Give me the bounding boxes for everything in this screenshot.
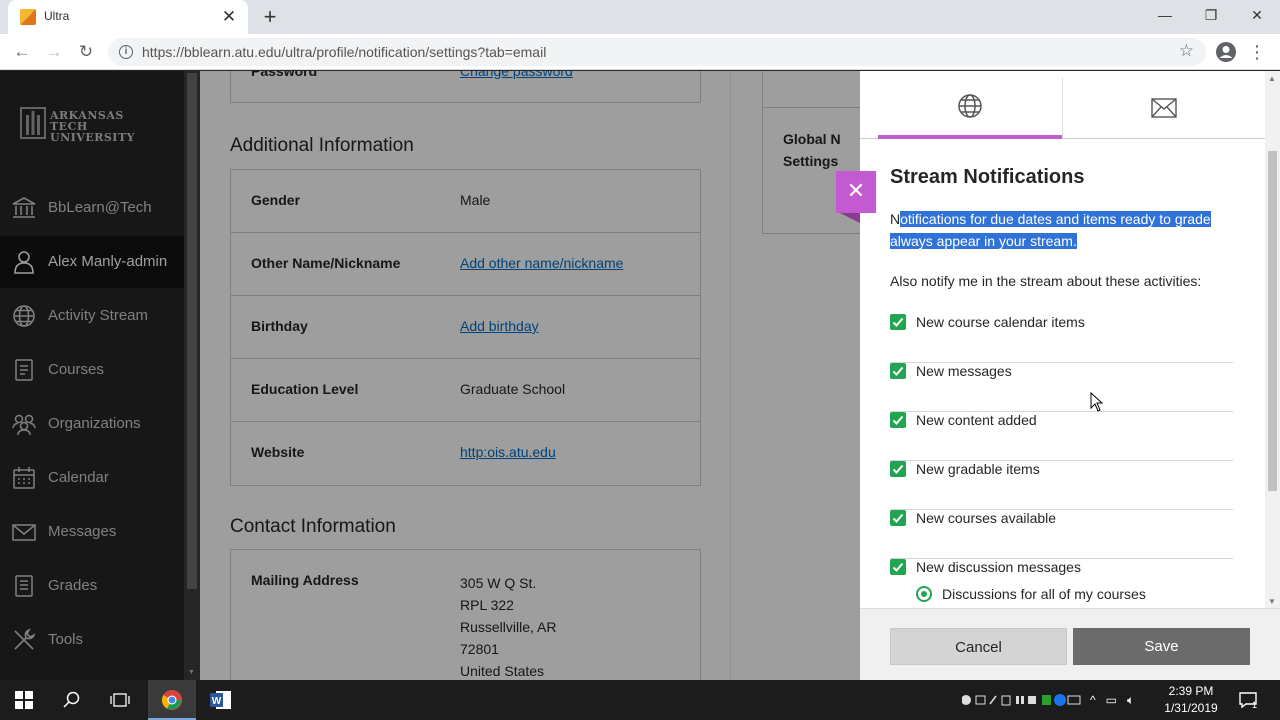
reload-button[interactable]: ↻	[74, 40, 98, 64]
notification-count: 1	[1252, 700, 1258, 710]
mouse-cursor-icon	[1090, 392, 1104, 412]
search-icon	[63, 691, 80, 708]
option-label[interactable]: New courses available	[916, 510, 1056, 526]
checkbox-checked[interactable]	[890, 461, 906, 477]
cancel-button[interactable]: Cancel	[890, 628, 1067, 665]
tray-toolbar-icon	[962, 694, 1081, 706]
close-panel-button[interactable]: ✕	[836, 171, 876, 213]
globe-icon	[958, 94, 982, 118]
network-icon[interactable]: ▭	[1106, 693, 1117, 707]
chrome-icon	[161, 690, 182, 710]
site-favicon-icon	[20, 9, 36, 25]
checkmark-icon	[892, 562, 904, 572]
tab-email-notifications[interactable]	[1062, 77, 1265, 139]
scroll-down-arrow-icon[interactable]: ▼	[188, 669, 195, 676]
chrome-taskbar-button[interactable]	[148, 680, 196, 720]
volume-icon[interactable]: 🔈︎	[1127, 693, 1134, 708]
option-courses-available[interactable]: New courses available	[890, 510, 1233, 559]
checkbox-checked[interactable]	[890, 412, 906, 428]
tray-overflow-icon[interactable]: ^	[1090, 693, 1096, 707]
checkmark-icon	[892, 317, 904, 327]
system-tray-icons[interactable]	[962, 680, 1082, 720]
panel-scrollbar[interactable]: ▲ ▼	[1265, 71, 1280, 608]
checkmark-icon	[892, 415, 904, 425]
back-button[interactable]: ←	[10, 40, 34, 64]
word-icon: W	[210, 691, 231, 709]
option-label[interactable]: New content added	[916, 412, 1037, 428]
option-messages[interactable]: New messages	[890, 363, 1233, 412]
description-selected-text: otifications for due dates and items rea…	[890, 211, 1211, 249]
checkmark-icon	[892, 366, 904, 376]
checkmark-icon	[892, 513, 904, 523]
checkmark-icon	[892, 464, 904, 474]
windows-logo-icon	[15, 691, 33, 709]
checkbox-checked[interactable]	[890, 363, 906, 379]
clock-time: 2:39 PM	[1168, 684, 1214, 698]
option-label[interactable]: New discussion messages	[916, 559, 1081, 575]
close-button-tail	[840, 213, 860, 223]
modal-overlay[interactable]	[0, 71, 860, 680]
browser-tabstrip: Ultra ✕ + — ❐ ✕	[0, 0, 1280, 34]
action-center-button[interactable]: 1	[1238, 680, 1257, 720]
browser-menu-icon[interactable]: ⋮	[1248, 40, 1266, 64]
clock-date: 1/31/2019	[1164, 701, 1218, 715]
option-label[interactable]: New messages	[916, 363, 1012, 379]
checkbox-checked[interactable]	[890, 559, 906, 575]
browser-toolbar: ← → ↻ i https://bblearn.atu.edu/ultra/pr…	[0, 34, 1280, 70]
task-view-icon	[110, 693, 130, 707]
minimize-button[interactable]: —	[1142, 0, 1188, 30]
option-gradable-items[interactable]: New gradable items	[890, 461, 1233, 510]
panel-description: Notifications for due dates and items re…	[890, 208, 1240, 252]
save-button[interactable]: Save	[1073, 628, 1250, 665]
notification-settings-panel: Stream Notifications Notifications for d…	[860, 71, 1280, 680]
tab-stream-notifications[interactable]	[878, 77, 1062, 139]
radio-label[interactable]: Discussions for all of my courses	[942, 586, 1146, 602]
tab-close-icon[interactable]: ✕	[218, 6, 240, 28]
tab-title: Ultra	[44, 9, 70, 23]
restore-button[interactable]: ❐	[1188, 0, 1234, 30]
option-content-added[interactable]: New content added	[890, 412, 1233, 461]
word-taskbar-button[interactable]: W	[197, 680, 245, 720]
info-icon[interactable]: i	[119, 45, 133, 59]
system-clock[interactable]: 2:39 PM 1/31/2019	[1160, 683, 1222, 717]
close-window-button[interactable]: ✕	[1234, 0, 1280, 30]
profile-avatar-icon[interactable]	[1215, 41, 1237, 63]
bookmark-star-icon[interactable]: ☆	[1179, 41, 1194, 61]
url-text[interactable]: https://bblearn.atu.edu/ultra/profile/no…	[142, 44, 546, 60]
windows-taskbar: W ^ ▭ 🔈︎ 2:39 PM 1/31/2019 1	[0, 680, 1280, 720]
checkbox-checked[interactable]	[890, 314, 906, 330]
scroll-up-arrow-icon[interactable]: ▲	[1268, 74, 1276, 83]
checkbox-checked[interactable]	[890, 510, 906, 526]
tray-status-icons[interactable]: ^ ▭ 🔈︎	[1090, 680, 1134, 720]
option-course-calendar-items[interactable]: New course calendar items	[890, 314, 1233, 363]
page: ARKANSAS TECH UNIVERSITY BbLearn@Tech Al…	[0, 71, 1280, 680]
panel-footer: Cancel Save	[860, 608, 1280, 680]
panel-scroll-thumb[interactable]	[1268, 151, 1277, 491]
svg-text:W: W	[212, 696, 222, 707]
browser-tab[interactable]: Ultra ✕	[8, 0, 248, 34]
panel-body: Stream Notifications Notifications for d…	[860, 140, 1265, 608]
task-view-button[interactable]	[96, 680, 144, 720]
panel-title: Stream Notifications	[890, 166, 1085, 188]
scroll-down-arrow-icon[interactable]: ▼	[1268, 597, 1276, 606]
new-tab-button[interactable]: +	[258, 5, 282, 29]
radio-selected[interactable]	[916, 586, 932, 602]
panel-subtitle: Also notify me in the stream about these…	[890, 273, 1202, 289]
forward-button[interactable]: →	[42, 40, 66, 64]
option-label[interactable]: New course calendar items	[916, 314, 1085, 330]
envelope-icon	[1151, 98, 1177, 118]
address-bar[interactable]: i https://bblearn.atu.edu/ultra/profile/…	[108, 38, 1206, 66]
panel-tabs	[860, 77, 1265, 139]
search-button[interactable]	[48, 680, 96, 720]
start-button[interactable]	[0, 680, 48, 720]
description-first-char: N	[890, 211, 901, 227]
option-label[interactable]: New gradable items	[916, 461, 1040, 477]
